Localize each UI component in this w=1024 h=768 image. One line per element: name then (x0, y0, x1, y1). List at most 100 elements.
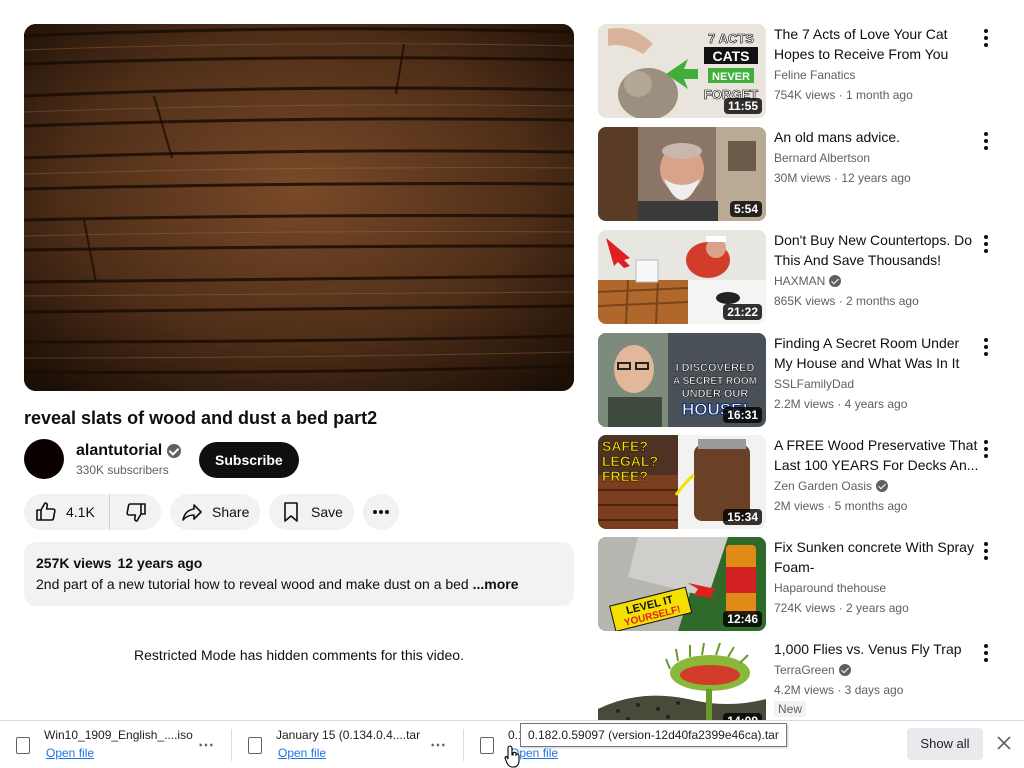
rec-menu-icon[interactable] (974, 335, 998, 359)
download-item[interactable]: January 15 (0.134.0.4....tar Open file ⋯ (232, 721, 462, 768)
save-button[interactable]: Save (269, 494, 354, 530)
rec-menu-icon[interactable] (974, 437, 998, 461)
rec-menu-icon[interactable] (974, 539, 998, 563)
download-filename: January 15 (0.134.0.4....tar (276, 728, 421, 742)
video-duration: 11:55 (723, 98, 762, 114)
rec-title[interactable]: Finding A Secret Room Under My House and… (774, 333, 980, 373)
channel-row: alantutorial 330K subscribers Subscribe (24, 439, 574, 479)
subscribe-button[interactable]: Subscribe (199, 442, 299, 478)
rec-title[interactable]: 1,000 Flies vs. Venus Fly Trap (774, 639, 980, 659)
svg-text:LEGAL?: LEGAL? (602, 453, 658, 469)
rec-stats: 865K views · 2 months ago (774, 294, 919, 308)
svg-text:FREE?: FREE? (602, 468, 648, 484)
rec-menu-icon[interactable] (974, 129, 998, 153)
video-title: reveal slats of wood and dust a bed part… (24, 408, 378, 428)
like-count: 4.1K (66, 504, 95, 520)
svg-text:I DISCOVERED: I DISCOVERED (676, 362, 755, 374)
rec-item[interactable]: 5:54 An old mans advice. Bernard Alberts… (598, 127, 1008, 221)
close-icon[interactable] (994, 733, 1014, 753)
secret-room-thumbnail[interactable]: I DISCOVERED A SECRET ROOM UNDER OUR HOU… (598, 333, 766, 427)
like-button[interactable]: 4.1K (24, 494, 110, 530)
channel-name-wrap[interactable]: alantutorial (76, 441, 182, 461)
more-actions-button[interactable] (363, 494, 399, 530)
rec-stats: 4.2M views · 3 days ago (774, 683, 904, 697)
cat-thumbnail[interactable]: 7 ACTS CATS NEVER FORGET 11:55 (598, 24, 766, 118)
save-label: Save (311, 504, 343, 520)
rec-item[interactable]: 7 ACTS CATS NEVER FORGET 11:55 The 7 Act… (598, 24, 1008, 118)
rec-channel[interactable]: Haparound thehouse (774, 579, 980, 597)
download-filename-tooltip: 0.182.0.59097 (version-12d40fa2399e46ca)… (520, 723, 787, 747)
download-menu-icon[interactable]: ⋯ (198, 735, 215, 755)
verified-icon (829, 275, 842, 287)
action-bar: 4.1K Share Save (24, 494, 574, 530)
video-frame-wood-slats (24, 24, 574, 391)
channel-avatar[interactable] (24, 439, 64, 479)
rec-info: Finding A Secret Room Under My House and… (774, 333, 980, 413)
rec-title[interactable]: The 7 Acts of Love Your Cat Hopes to Rec… (774, 24, 980, 64)
share-icon (182, 504, 202, 521)
rec-info: Fix Sunken concrete With Spray Foam- Hap… (774, 537, 980, 617)
description-text: 2nd part of a new tutorial how to reveal… (36, 574, 562, 594)
bookmark-icon (284, 502, 298, 522)
rec-channel[interactable]: TerraGreen (774, 661, 980, 679)
rec-title[interactable]: Fix Sunken concrete With Spray Foam- (774, 537, 980, 577)
rec-channel[interactable]: HAXMAN (774, 272, 980, 290)
rec-channel-name[interactable]: HAXMAN (774, 272, 825, 290)
video-duration: 21:22 (723, 304, 762, 320)
venus-fly-trap-thumbnail[interactable]: 14:09 (598, 639, 766, 733)
old-man-thumbnail[interactable]: 5:54 (598, 127, 766, 221)
more-horizontal-icon (373, 510, 389, 514)
rec-channel[interactable]: Bernard Albertson (774, 149, 980, 167)
download-item[interactable]: Win10_1909_English_....iso Open file ⋯ (0, 721, 230, 768)
share-label: Share (212, 504, 250, 520)
dislike-button[interactable] (110, 494, 148, 530)
rec-menu-icon[interactable] (974, 641, 998, 665)
file-icon (480, 737, 494, 754)
rec-channel-name[interactable]: SSLFamilyDad (774, 375, 854, 393)
rec-item[interactable]: 21:22 Don't Buy New Countertops. Do This… (598, 230, 1008, 324)
rec-info: A FREE Wood Preservative That Last 100 Y… (774, 435, 980, 515)
rec-channel[interactable]: SSLFamilyDad (774, 375, 980, 393)
download-menu-icon[interactable]: ⋯ (430, 735, 447, 755)
video-player[interactable] (24, 24, 574, 391)
rec-title[interactable]: An old mans advice. (774, 127, 980, 147)
rec-channel[interactable]: Feline Fanatics (774, 66, 980, 84)
description-more-link[interactable]: ...more (473, 576, 519, 592)
open-file-link[interactable]: Open file (46, 746, 94, 760)
rec-stats: 2.2M views · 4 years ago (774, 397, 908, 411)
like-dislike-group: 4.1K (24, 494, 161, 530)
rec-channel-name[interactable]: Haparound thehouse (774, 579, 886, 597)
rec-title[interactable]: Don't Buy New Countertops. Do This And S… (774, 230, 980, 270)
rec-item[interactable]: 14:09 1,000 Flies vs. Venus Fly Trap Ter… (598, 639, 1008, 733)
verified-icon (838, 664, 851, 676)
thumbs-down-icon (126, 503, 146, 522)
svg-text:SAFE?: SAFE? (602, 438, 648, 454)
rec-menu-icon[interactable] (974, 26, 998, 50)
rec-item[interactable]: SAFE? LEGAL? FREE? 15:34 A FREE Wood Pre… (598, 435, 1008, 529)
share-button[interactable]: Share (170, 494, 260, 530)
rec-channel[interactable]: Zen Garden Oasis (774, 477, 980, 495)
video-duration: 12:46 (723, 611, 762, 627)
video-duration: 16:31 (723, 407, 762, 423)
file-icon (16, 737, 30, 754)
svg-text:CATS: CATS (712, 48, 749, 64)
new-badge: New (774, 701, 807, 717)
wood-preservative-thumbnail[interactable]: SAFE? LEGAL? FREE? 15:34 (598, 435, 766, 529)
channel-name[interactable]: alantutorial (76, 441, 162, 461)
description-box[interactable]: 257K views 12 years ago 2nd part of a ne… (24, 542, 574, 606)
subscriber-count: 330K subscribers (76, 463, 169, 477)
rec-stats: 30M views · 12 years ago (774, 171, 911, 185)
rec-menu-icon[interactable] (974, 232, 998, 256)
rec-item[interactable]: LEVEL IT YOURSELF! 12:46 Fix Sunken conc… (598, 537, 1008, 631)
open-file-link[interactable]: Open file (278, 746, 326, 760)
video-duration: 5:54 (729, 201, 762, 217)
rec-channel-name[interactable]: TerraGreen (774, 661, 835, 679)
rec-channel-name[interactable]: Bernard Albertson (774, 149, 870, 167)
show-all-downloads-button[interactable]: Show all (907, 728, 983, 760)
rec-channel-name[interactable]: Zen Garden Oasis (774, 477, 872, 495)
rec-channel-name[interactable]: Feline Fanatics (774, 66, 855, 84)
rec-title[interactable]: A FREE Wood Preservative That Last 100 Y… (774, 435, 980, 475)
rec-item[interactable]: I DISCOVERED A SECRET ROOM UNDER OUR HOU… (598, 333, 1008, 427)
countertop-thumbnail[interactable]: 21:22 (598, 230, 766, 324)
concrete-thumbnail[interactable]: LEVEL IT YOURSELF! 12:46 (598, 537, 766, 631)
